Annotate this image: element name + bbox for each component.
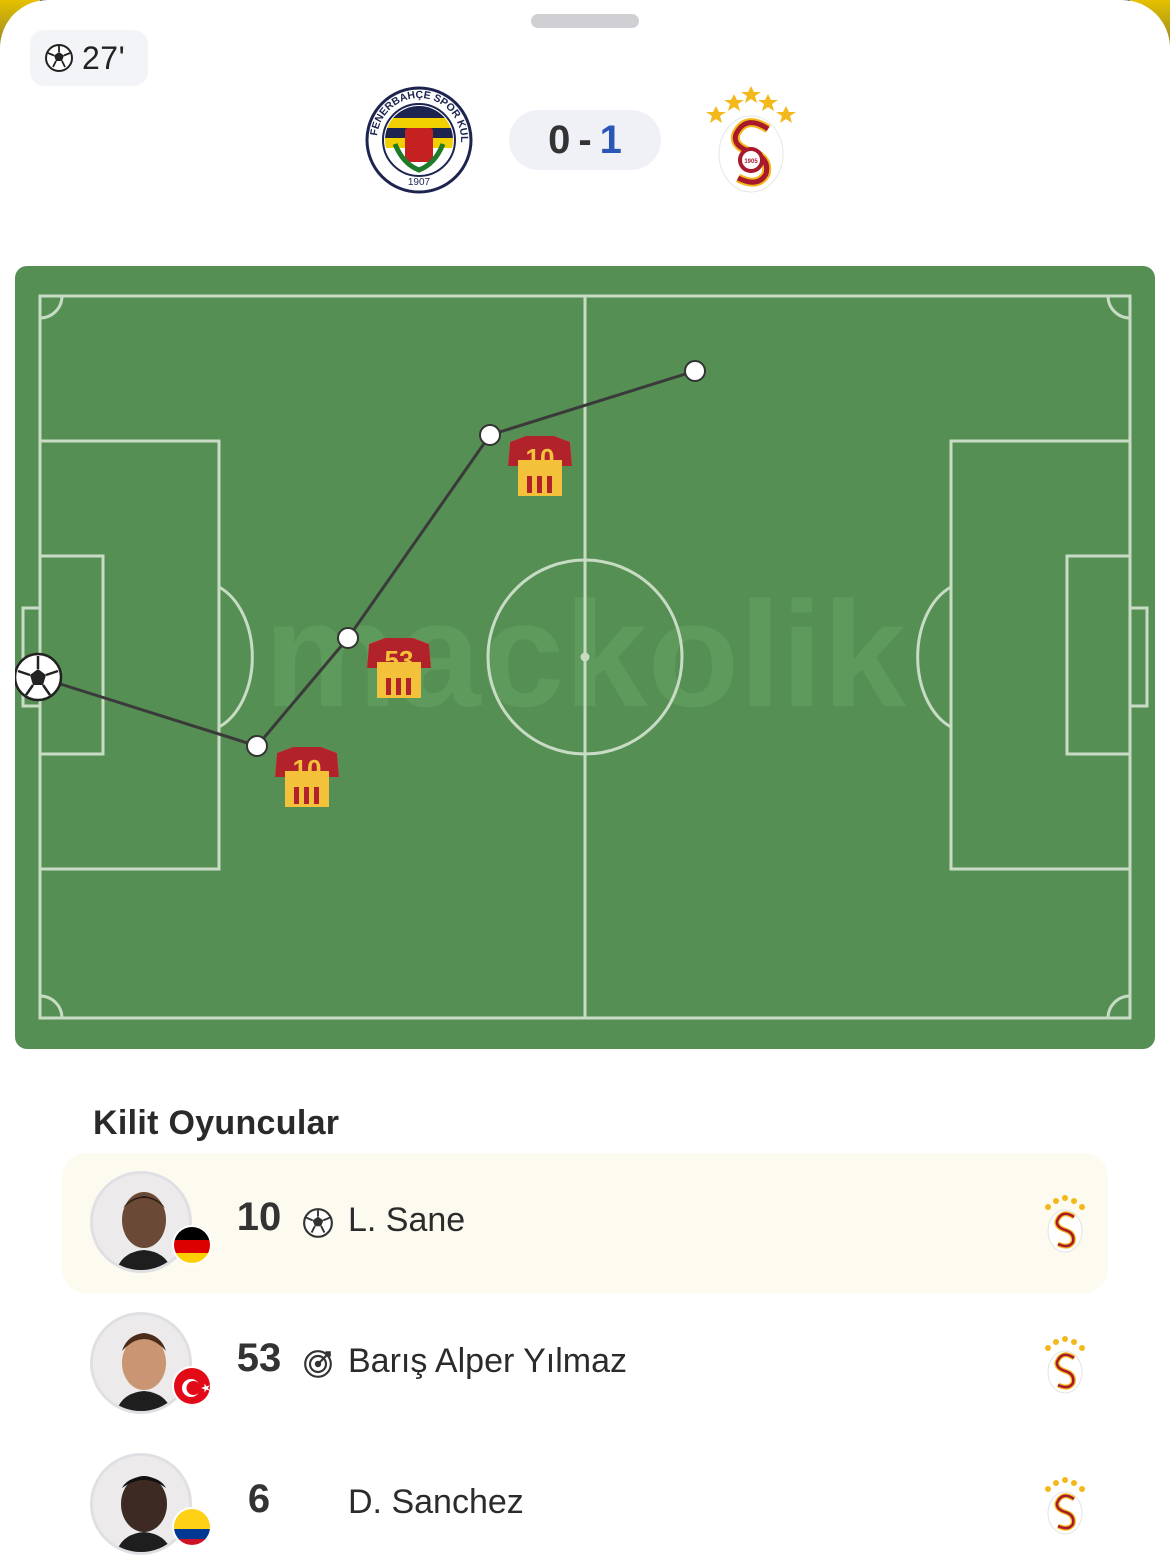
soccer-ball-icon [45, 44, 73, 72]
pass-node[interactable] [684, 360, 706, 382]
player-number: 10 [236, 1195, 282, 1239]
player-name: Barış Alper Yılmaz [348, 1342, 628, 1380]
away-score: 1 [599, 117, 622, 162]
pass-node[interactable] [479, 424, 501, 446]
match-minute-badge: 27' [30, 30, 148, 86]
flag-colombia-icon [172, 1507, 212, 1547]
score-display: 0 - 1 [509, 110, 661, 170]
key-player-row[interactable]: 53 Barış Alper Yılmaz [62, 1294, 1108, 1434]
player-name: L. Sane [348, 1201, 466, 1239]
pass-node[interactable] [246, 735, 268, 757]
ball-marker-icon [15, 652, 63, 702]
jersey-number: 10 [526, 443, 555, 473]
jersey-number: 10 [293, 754, 322, 784]
score-separator: - [578, 117, 592, 162]
flag-turkey-icon [172, 1366, 212, 1406]
home-score: 0 [548, 117, 571, 162]
player-name: D. Sanchez [348, 1483, 524, 1521]
match-detail-sheet: 27' FENERBAHÇE SPOR KULÜBÜ 1907 0 - 1 [0, 0, 1170, 1558]
jersey-marker[interactable]: 10 [275, 747, 339, 807]
away-crest-year: 1905 [744, 159, 758, 165]
home-crest-year: 1907 [408, 177, 431, 188]
galatasaray-crest-icon[interactable] [1042, 1193, 1088, 1255]
flag-germany-icon [172, 1225, 212, 1265]
jersey-marker[interactable]: 10 [508, 436, 572, 496]
assist-target-icon [304, 1350, 332, 1378]
match-minute: 27' [82, 39, 126, 76]
player-number: 6 [247, 1477, 271, 1521]
key-players-title: Kilit Oyuncular [93, 1104, 340, 1142]
galatasaray-crest-icon[interactable] [1042, 1475, 1088, 1537]
galatasaray-crest-icon[interactable] [1042, 1334, 1088, 1396]
pass-node[interactable] [337, 627, 359, 649]
sheet-drag-handle[interactable] [531, 14, 639, 28]
player-number: 53 [236, 1336, 282, 1380]
jersey-number: 53 [385, 645, 414, 675]
pitch-svg: mackolik 10 53 10 [15, 294, 1149, 1020]
pitch-visualization: mackolik 10 53 10 [15, 266, 1155, 1049]
key-player-row[interactable]: 10 L. Sane [62, 1153, 1108, 1293]
away-team-crest-icon[interactable]: 1905 [706, 84, 796, 196]
home-team-crest-icon[interactable]: FENERBAHÇE SPOR KULÜBÜ 1907 [365, 86, 473, 194]
goal-ball-icon [303, 1208, 333, 1238]
key-player-row[interactable]: 6 D. Sanchez [62, 1435, 1108, 1558]
